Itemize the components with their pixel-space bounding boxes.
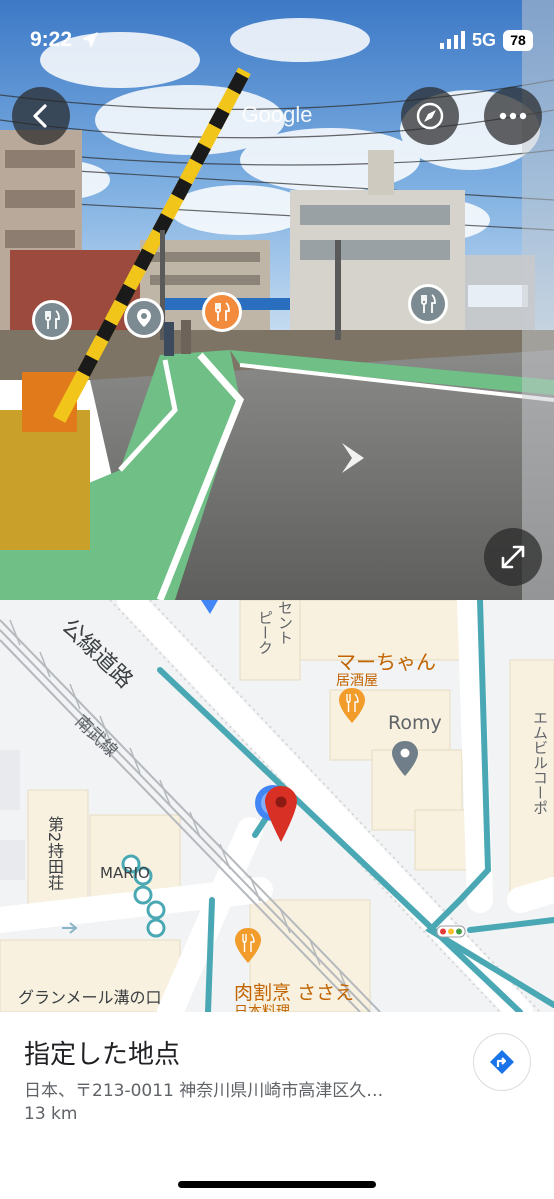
place-name-label[interactable]: Romy bbox=[388, 712, 442, 734]
street-view-panel[interactable]: 9:22 5G 78 Google bbox=[0, 0, 554, 600]
battery-indicator: 78 bbox=[503, 30, 533, 51]
restaurant-marker[interactable] bbox=[32, 300, 72, 340]
home-indicator[interactable] bbox=[178, 1181, 376, 1188]
network-type: 5G bbox=[472, 30, 497, 50]
restaurant-type-label: 日本料理 bbox=[234, 1004, 290, 1012]
place-marker[interactable] bbox=[124, 298, 164, 338]
place-distance: 13 km bbox=[24, 1104, 78, 1124]
directions-button[interactable] bbox=[473, 1033, 531, 1091]
chevron-right-icon[interactable] bbox=[336, 440, 376, 476]
map-pin-icon bbox=[137, 309, 151, 327]
expand-icon bbox=[501, 545, 525, 569]
store-label: セント bbox=[276, 600, 294, 645]
restaurant-marker[interactable] bbox=[408, 284, 448, 324]
restaurant-type-label: 居酒屋 bbox=[336, 673, 378, 689]
status-time: 9:22 bbox=[30, 28, 73, 51]
more-options-button[interactable] bbox=[484, 87, 542, 145]
building-label: MARIO bbox=[100, 864, 150, 882]
expand-button[interactable] bbox=[484, 528, 542, 586]
google-watermark: Google bbox=[241, 102, 313, 127]
store-label: ピーク bbox=[256, 610, 274, 655]
place-title: 指定した地点 bbox=[24, 1040, 181, 1070]
compass-button[interactable] bbox=[401, 87, 459, 145]
place-address: 日本、〒213-0011 神奈川県川崎市高津区久… bbox=[24, 1081, 384, 1101]
compass-icon bbox=[416, 102, 444, 130]
apartment-label: 第2持田荘 bbox=[45, 816, 64, 891]
directions-icon bbox=[490, 1050, 514, 1074]
restaurant-marker[interactable] bbox=[202, 292, 242, 332]
restaurant-icon bbox=[215, 302, 230, 321]
map-canvas[interactable] bbox=[0, 600, 554, 1012]
location-arrow-icon bbox=[82, 32, 98, 48]
restaurant-icon bbox=[45, 310, 60, 329]
restaurant-icon bbox=[421, 294, 436, 313]
map-view[interactable]: 公線道路 南武線 ピーク セント マーちゃん 居酒屋 Romy エムビルコーポ … bbox=[0, 600, 554, 1012]
status-bar: 9:22 5G 78 bbox=[0, 0, 554, 80]
building-label: グランメール溝の口 bbox=[18, 988, 162, 1007]
more-horizontal-icon bbox=[499, 112, 527, 120]
building-label: エムビルコーポ bbox=[531, 710, 549, 815]
street-view-image[interactable] bbox=[0, 0, 554, 600]
signal-icon bbox=[440, 31, 465, 49]
